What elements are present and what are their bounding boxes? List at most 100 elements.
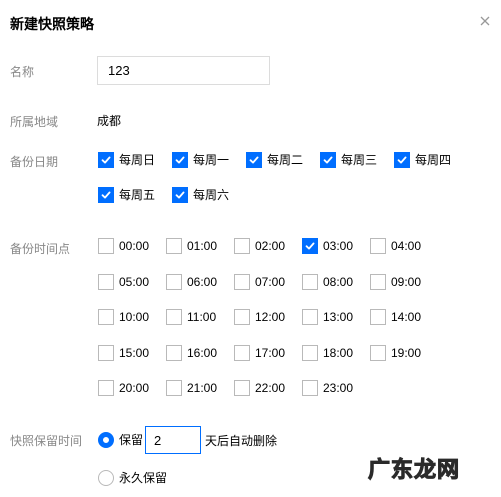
hour-checkbox[interactable]: 10:00 — [98, 309, 149, 325]
hour-checkbox[interactable]: 22:00 — [234, 380, 285, 396]
weekday-checkbox[interactable]: 每周五 — [98, 186, 155, 203]
hour-label: 19:00 — [391, 345, 422, 360]
close-icon[interactable] — [478, 14, 492, 28]
checkbox-empty-icon — [98, 380, 114, 396]
checkbox-empty-icon — [234, 273, 250, 290]
checkbox-empty-icon — [234, 238, 250, 254]
weekday-label: 每周三 — [341, 153, 378, 167]
checkbox-empty-icon — [166, 273, 182, 290]
checkbox-empty-icon — [166, 344, 182, 361]
backup-time-label: 备份时间点 — [10, 242, 71, 256]
checkbox-empty-icon — [234, 309, 250, 325]
hour-checkbox[interactable]: 11:00 — [166, 309, 216, 325]
checkbox-empty-icon — [98, 238, 114, 254]
checkbox-empty-icon — [234, 380, 250, 396]
hour-label: 01:00 — [187, 239, 218, 253]
hour-label: 20:00 — [119, 381, 150, 395]
hour-label: 13:00 — [323, 310, 354, 324]
keep-radio-label: 保留 — [119, 433, 144, 447]
checkbox-checked-icon — [302, 238, 318, 254]
region-label: 所属地域 — [10, 115, 59, 129]
checkbox-empty-icon — [370, 309, 386, 325]
hour-label: 18:00 — [323, 345, 354, 360]
hour-label: 12:00 — [255, 310, 286, 324]
checkbox-empty-icon — [166, 380, 182, 396]
hour-checkbox[interactable]: 16:00 — [166, 344, 218, 361]
hour-checkbox[interactable]: 02:00 — [234, 238, 285, 254]
hour-checkbox[interactable]: 17:00 — [234, 344, 286, 361]
retention-label: 快照保留时间 — [10, 434, 83, 448]
hour-label: 14:00 — [391, 310, 422, 324]
hour-checkbox[interactable]: 09:00 — [370, 273, 422, 290]
hour-label: 05:00 — [119, 274, 150, 289]
hour-checkbox[interactable]: 01:00 — [166, 238, 217, 254]
forever-radio-label: 永久保留 — [119, 471, 168, 485]
checkbox-empty-icon — [98, 273, 114, 290]
retention-days-input[interactable] — [145, 426, 201, 454]
hour-checkbox[interactable]: 19:00 — [370, 344, 422, 361]
dialog-title: 新建快照策略 — [10, 16, 94, 32]
weekday-checkbox[interactable]: 每周一 — [172, 151, 229, 168]
hour-checkbox[interactable]: 13:00 — [302, 309, 353, 325]
weekday-checkbox[interactable]: 每周日 — [98, 151, 155, 168]
checkbox-empty-icon — [98, 309, 114, 325]
hour-checkbox[interactable]: 03:00 — [302, 238, 353, 254]
name-label: 名称 — [10, 65, 35, 79]
checkbox-empty-icon — [234, 344, 250, 361]
hour-label: 00:00 — [119, 239, 150, 253]
hour-checkbox[interactable]: 21:00 — [166, 380, 217, 396]
hour-checkbox[interactable]: 12:00 — [234, 309, 285, 325]
hour-checkbox[interactable]: 07:00 — [234, 273, 285, 290]
hour-label: 11:00 — [187, 310, 217, 324]
weekday-checkbox[interactable]: 每周二 — [246, 151, 303, 168]
weekday-checkbox[interactable]: 每周六 — [172, 186, 229, 203]
checkbox-empty-icon — [166, 238, 182, 254]
hour-label: 10:00 — [119, 310, 150, 324]
forever-radio-circle — [98, 469, 114, 486]
hour-label: 04:00 — [391, 239, 422, 253]
weekday-label: 每周日 — [119, 153, 156, 167]
weekday-checkbox[interactable]: 每周四 — [394, 151, 451, 168]
name-input[interactable] — [97, 56, 270, 85]
checkbox-checked-icon — [172, 186, 188, 203]
checkbox-empty-icon — [302, 273, 318, 290]
retention-days-suffix: 天后自动删除 — [205, 434, 278, 448]
hour-checkbox[interactable]: 08:00 — [302, 273, 354, 290]
keep-radio-circle — [98, 431, 114, 448]
forever-radio[interactable]: 永久保留 — [98, 469, 167, 486]
hour-checkbox[interactable]: 20:00 — [98, 380, 149, 396]
weekday-label: 每周五 — [119, 188, 156, 202]
hour-checkbox[interactable]: 00:00 — [98, 238, 149, 254]
backup-date-label: 备份日期 — [10, 155, 59, 169]
hour-label: 17:00 — [255, 345, 286, 360]
checkbox-checked-icon — [98, 151, 114, 168]
weekday-label: 每周二 — [267, 153, 304, 167]
checkbox-checked-icon — [320, 151, 336, 168]
hour-checkbox[interactable]: 14:00 — [370, 309, 421, 325]
weekday-checkbox[interactable]: 每周三 — [320, 151, 377, 168]
checkbox-empty-icon — [302, 380, 318, 396]
checkbox-checked-icon — [98, 186, 114, 203]
weekday-label: 每周四 — [415, 153, 452, 167]
hour-label: 03:00 — [323, 239, 354, 253]
checkbox-checked-icon — [172, 151, 188, 168]
checkbox-empty-icon — [302, 344, 318, 361]
hour-checkbox[interactable]: 04:00 — [370, 238, 421, 254]
checkbox-checked-icon — [246, 151, 262, 168]
keep-radio[interactable]: 保留 — [98, 431, 143, 448]
weekday-label: 每周六 — [193, 188, 230, 202]
hour-label: 16:00 — [187, 345, 218, 360]
hour-label: 09:00 — [391, 274, 422, 289]
hour-label: 23:00 — [323, 381, 354, 395]
checkbox-empty-icon — [302, 309, 318, 325]
hour-checkbox[interactable]: 18:00 — [302, 344, 354, 361]
hour-label: 02:00 — [255, 239, 286, 253]
hour-label: 08:00 — [323, 274, 354, 289]
weekday-label: 每周一 — [193, 153, 230, 167]
hour-checkbox[interactable]: 06:00 — [166, 273, 217, 290]
hour-label: 15:00 — [119, 345, 150, 360]
hour-checkbox[interactable]: 23:00 — [302, 380, 353, 396]
hour-checkbox[interactable]: 15:00 — [98, 344, 150, 361]
hour-label: 22:00 — [255, 381, 286, 395]
hour-checkbox[interactable]: 05:00 — [98, 273, 150, 290]
